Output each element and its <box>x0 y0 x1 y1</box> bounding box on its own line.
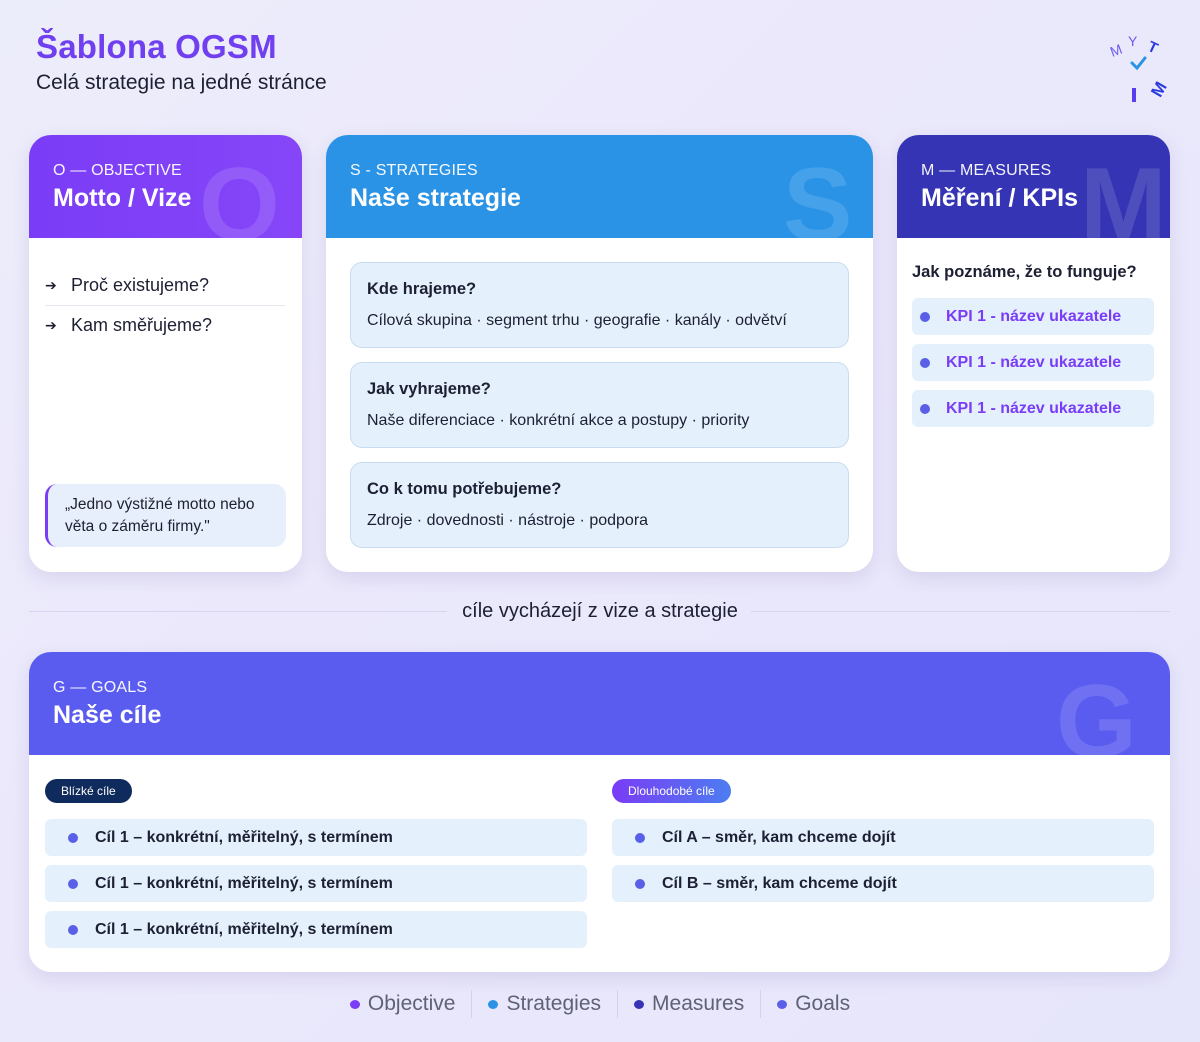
legend-label: Strategies <box>506 992 602 1015</box>
strategy-box-title: Jak vyhrajeme? <box>367 380 491 398</box>
legend-label: Goals <box>795 992 851 1015</box>
goals-header: G G — GOALS Naše cíle <box>29 652 1170 755</box>
goal-label: Cíl B – směr, kam chceme dojít <box>662 874 897 892</box>
list-item: ➔ Kam směřujeme? <box>45 305 285 345</box>
bullet-icon <box>68 878 78 889</box>
bullet-icon <box>920 357 930 368</box>
mytim-logo: M Y T M <box>1108 33 1171 102</box>
legend: Objective Strategies Measures Goals <box>0 990 1200 1018</box>
near-goal-item: Cíl 1 – konkrétní, měřitelný, s termínem <box>45 819 587 856</box>
objective-question-list: ➔ Proč existujeme? ➔ Kam směřujeme? <box>45 265 285 345</box>
strategies-watermark-letter: S <box>783 147 853 238</box>
measures-card: M M — MEASURES Měření / KPIs Jak poznáme… <box>897 135 1170 572</box>
legend-dot-icon <box>634 999 645 1009</box>
strategy-box-title: Kde hrajeme? <box>367 280 477 298</box>
kpi-item: KPI 1 - název ukazatele <box>912 344 1154 381</box>
strategy-box-how: Jak vyhrajeme? Naše diferenciace · konkr… <box>350 362 849 448</box>
bullet-icon <box>635 832 645 843</box>
kpi-label: KPI 1 - název ukazatele <box>946 353 1122 371</box>
long-goal-item: Cíl B – směr, kam chceme dojít <box>612 865 1154 902</box>
bullet-icon <box>920 311 930 322</box>
objective-question: Proč existujeme? <box>71 274 210 295</box>
near-goals-badge: Blízké cíle <box>45 779 132 803</box>
goals-heading: Naše cíle <box>53 701 162 729</box>
strategies-heading: Naše strategie <box>350 184 521 212</box>
strategy-box-text: Naše diferenciace · konkrétní akce a pos… <box>367 412 750 429</box>
page-title: Šablona OGSM <box>36 28 277 65</box>
goal-label: Cíl 1 – konkrétní, měřitelný, s termínem <box>95 920 393 938</box>
arrow-right-icon: ➔ <box>45 276 57 293</box>
page-subtitle: Celá strategie na jedné stránce <box>36 71 327 94</box>
strategy-box-title: Co k tomu potřebujeme? <box>367 480 562 498</box>
objective-heading: Motto / Vize <box>53 184 192 212</box>
legend-item-measures: Measures <box>618 992 760 1016</box>
arrow-right-icon: ➔ <box>45 317 57 333</box>
ogsm-page: Šablona OGSM Celá strategie na jedné str… <box>0 0 1200 1042</box>
goal-label: Cíl 1 – konkrétní, měřitelný, s termínem <box>95 828 393 846</box>
objective-watermark-letter: O <box>199 147 280 238</box>
strategies-card: S S - STRATEGIES Naše strategie Kde hraj… <box>326 135 873 572</box>
strategy-box-where: Kde hrajeme? Cílová skupina · segment tr… <box>350 262 849 348</box>
goals-card: G G — GOALS Naše cíle Blízké cíle Dlouho… <box>29 652 1170 972</box>
measures-watermark-letter: M <box>1080 147 1167 238</box>
strategy-box-text: Cílová skupina · segment trhu · geografi… <box>367 312 787 329</box>
logo-letter-y: Y <box>1128 33 1138 49</box>
objective-kicker: O — OBJECTIVE <box>53 162 182 179</box>
bullet-icon <box>68 924 78 935</box>
legend-label: Objective <box>367 992 456 1015</box>
goals-watermark-letter: G <box>1056 664 1137 755</box>
list-item: ➔ Proč existujeme? <box>45 265 285 305</box>
objective-question: Kam směřujeme? <box>71 315 213 335</box>
strategies-header: S S - STRATEGIES Naše strategie <box>326 135 873 238</box>
bullet-icon <box>635 878 645 889</box>
legend-label: Measures <box>652 992 745 1015</box>
logo-check-icon <box>1130 56 1147 71</box>
divider-caption: cíle vycházejí z vize a strategie <box>462 600 738 622</box>
bullet-icon <box>920 403 930 414</box>
kpi-item: KPI 1 - název ukazatele <box>912 298 1154 335</box>
measures-heading: Měření / KPIs <box>921 184 1078 212</box>
legend-dot-icon <box>488 999 499 1009</box>
measures-kicker: M — MEASURES <box>921 162 1052 179</box>
strategy-box-text: Zdroje · dovednosti · nástroje · podpora <box>367 512 649 529</box>
goals-kicker: G — GOALS <box>53 679 148 696</box>
legend-dot-icon <box>349 999 360 1009</box>
logo-letter-m1: M <box>1108 41 1124 60</box>
measures-question: Jak poznáme, že to funguje? <box>912 263 1137 281</box>
near-goal-item: Cíl 1 – konkrétní, měřitelný, s termínem <box>45 911 587 948</box>
objective-header: O O — OBJECTIVE Motto / Vize <box>29 135 302 238</box>
near-goal-item: Cíl 1 – konkrétní, měřitelný, s termínem <box>45 865 587 902</box>
strategies-kicker: S - STRATEGIES <box>350 162 478 179</box>
bullet-icon <box>68 832 78 843</box>
kpi-label: KPI 1 - název ukazatele <box>946 399 1122 417</box>
logo-letter-t: T <box>1145 38 1160 57</box>
measures-header: M M — MEASURES Měření / KPIs <box>897 135 1170 238</box>
objective-card: O O — OBJECTIVE Motto / Vize ➔ Proč exis… <box>29 135 302 572</box>
motto-quote: „Jedno výstižné motto nebo věta o záměru… <box>45 484 286 547</box>
legend-dot-icon <box>777 999 788 1009</box>
legend-item-objective: Objective <box>334 992 472 1016</box>
goal-label: Cíl A – směr, kam chceme dojít <box>662 828 896 846</box>
logo-letter-m2: M <box>1147 78 1171 100</box>
kpi-item: KPI 1 - název ukazatele <box>912 390 1154 427</box>
legend-item-goals: Goals <box>761 992 866 1016</box>
legend-item-strategies: Strategies <box>472 992 617 1016</box>
long-goal-item: Cíl A – směr, kam chceme dojít <box>612 819 1154 856</box>
goal-label: Cíl 1 – konkrétní, měřitelný, s termínem <box>95 874 393 892</box>
strategy-box-needs: Co k tomu potřebujeme? Zdroje · dovednos… <box>350 462 849 548</box>
kpi-label: KPI 1 - název ukazatele <box>946 307 1122 325</box>
logo-letter-i <box>1132 88 1136 102</box>
long-goals-badge: Dlouhodobé cíle <box>612 779 731 803</box>
